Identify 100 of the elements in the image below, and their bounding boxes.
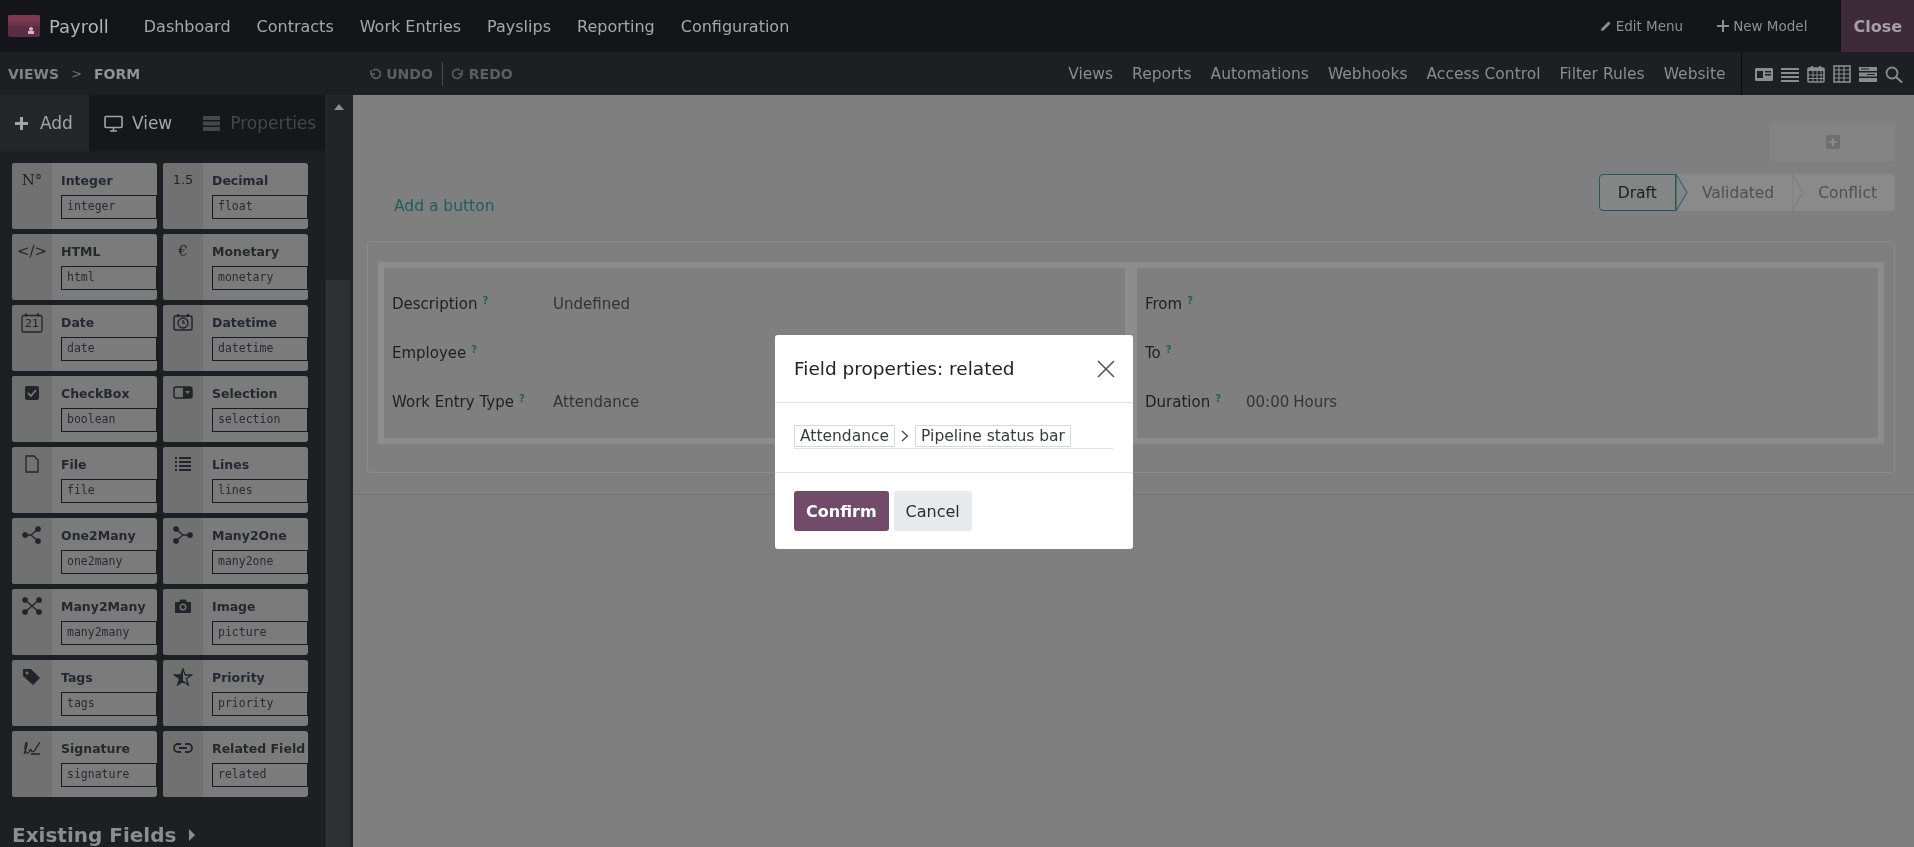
field-type-name: datetime	[212, 337, 308, 361]
field-label: To	[1145, 344, 1161, 362]
field-label: Description	[392, 295, 478, 314]
breadcrumb-item[interactable]: VIEWS	[8, 65, 60, 82]
field-type-card[interactable]: Many2Many many2many	[12, 589, 157, 655]
field-type-label: Image	[212, 599, 257, 616]
branch-icon	[22, 526, 42, 544]
plus-icon	[12, 114, 31, 132]
field-type-name: lines	[212, 479, 308, 503]
app-name[interactable]: Payroll	[49, 15, 109, 37]
toolbar-link[interactable]: Reports	[1122, 64, 1202, 83]
help-mark[interactable]: ?	[482, 295, 489, 314]
toolbar-link[interactable]: Access Control	[1417, 64, 1551, 83]
field-type-name: priority	[212, 692, 308, 716]
field-type-card[interactable]: Image picture	[163, 589, 308, 655]
field-type-card[interactable]: Many2One many2one	[163, 518, 308, 584]
calendar-icon: 21	[21, 313, 43, 333]
toolbar-link[interactable]: Filter Rules	[1550, 64, 1655, 83]
menu-item[interactable]: Dashboard	[130, 16, 244, 36]
field-type-name: monetary	[212, 266, 308, 290]
search-icon[interactable]	[1884, 64, 1904, 83]
pencil-icon	[1599, 20, 1612, 32]
field-type-card[interactable]: Selection selection	[163, 376, 308, 442]
confirm-button[interactable]: Confirm	[794, 491, 889, 531]
edit-menu-button[interactable]: Edit Menu	[1599, 18, 1684, 34]
field-type-card[interactable]: Signature signature	[12, 731, 157, 797]
toolbar-link[interactable]: Webhooks	[1318, 64, 1418, 83]
help-mark[interactable]: ?	[471, 344, 478, 362]
path-segment[interactable]: Attendance	[794, 425, 896, 447]
field-value: Undefined	[553, 295, 630, 314]
monitor-icon	[103, 114, 123, 132]
help-mark[interactable]: ?	[1215, 392, 1221, 411]
menu-item[interactable]: Configuration	[667, 16, 803, 36]
field-type-card[interactable]: 21 Date date	[12, 305, 157, 371]
field-type-name: integer	[61, 195, 157, 219]
field-type-card[interactable]: </> HTML html	[12, 234, 157, 300]
existing-fields-toggle[interactable]: Existing Fields	[12, 823, 325, 847]
field-type-label: Integer	[61, 173, 114, 190]
toolbar-link[interactable]: Website	[1654, 64, 1735, 83]
field-type-glyph: 1.5	[172, 171, 194, 189]
caret-icon	[188, 828, 197, 842]
sidebar-tab[interactable]: Add	[0, 95, 89, 151]
field-type-card[interactable]: One2Many one2many	[12, 518, 157, 584]
field-type-name: many2one	[212, 550, 308, 574]
close-button[interactable]	[1097, 359, 1115, 378]
field-type-label: Tags	[61, 670, 94, 687]
field-type-name: boolean	[61, 408, 157, 432]
help-mark[interactable]: ?	[1165, 344, 1172, 362]
checkbox-icon	[22, 384, 42, 402]
field-unit: Hours	[1293, 392, 1338, 411]
toolbar-link[interactable]: Automations	[1201, 64, 1319, 83]
field-type-label: Lines	[212, 457, 251, 474]
field-type-name: date	[61, 337, 157, 361]
cross-arrows-icon	[22, 597, 42, 615]
dropdown-icon	[173, 384, 193, 402]
field-type-card[interactable]: Priority priority	[163, 660, 308, 726]
path-field[interactable]: Attendance Pipeline status bar	[794, 425, 1113, 449]
kanban-view-icon[interactable]	[1858, 64, 1878, 83]
field-type-label: Decimal	[212, 173, 270, 190]
field-type-card[interactable]: Datetime datetime	[163, 305, 308, 371]
app-logo-icon[interactable]	[8, 15, 40, 37]
pivot-view-icon[interactable]	[1832, 64, 1852, 83]
field-type-card[interactable]: Tags tags	[12, 660, 157, 726]
add-button-link[interactable]: Add a button	[394, 197, 495, 215]
field-type-card[interactable]: N° Integer integer	[12, 163, 157, 229]
clock-icon	[173, 313, 193, 331]
cancel-button[interactable]: Cancel	[893, 491, 972, 531]
menu-item[interactable]: Reporting	[564, 16, 668, 36]
field-type-label: Selection	[212, 386, 279, 403]
field-type-label: Many2Many	[61, 599, 147, 616]
calendar-view-icon[interactable]	[1806, 64, 1826, 83]
field-type-name: selection	[212, 408, 308, 432]
toolbar-link[interactable]: Views	[1058, 64, 1123, 83]
field-type-glyph: </>	[16, 242, 48, 260]
file-icon	[22, 455, 42, 473]
field-type-name: file	[61, 479, 157, 503]
sidebar-tab[interactable]: View	[88, 95, 188, 151]
close-button[interactable]: Close	[1841, 0, 1914, 52]
menu-item[interactable]: Contracts	[243, 16, 347, 36]
help-mark[interactable]: ?	[1187, 295, 1193, 314]
field-type-card[interactable]: CheckBox boolean	[12, 376, 157, 442]
field-type-card[interactable]: 1.5 Decimal float	[163, 163, 308, 229]
field-label: From	[1145, 295, 1183, 314]
help-mark[interactable]: ?	[518, 392, 525, 411]
menu-item[interactable]: Payslips	[474, 16, 564, 36]
merge-icon	[173, 526, 193, 544]
menu-item[interactable]: Work Entries	[346, 16, 475, 36]
field-type-card[interactable]: Related Field related	[163, 731, 308, 797]
field-type-card[interactable]: Lines lines	[163, 447, 308, 513]
field-label: Work Entry Type	[392, 392, 514, 411]
scrollbar[interactable]	[325, 95, 353, 847]
dialog-title: Field properties: related	[794, 358, 1015, 379]
field-type-card[interactable]: € Monetary monetary	[163, 234, 308, 300]
scroll-up-icon[interactable]	[333, 103, 345, 111]
path-segment[interactable]: Pipeline status bar	[915, 425, 1071, 447]
plus-square-icon	[1825, 135, 1840, 149]
field-type-label: Datetime	[212, 315, 279, 332]
field-type-card[interactable]: File file	[12, 447, 157, 513]
new-model-button[interactable]: New Model	[1717, 18, 1808, 34]
field-value: 00:00	[1246, 392, 1290, 411]
